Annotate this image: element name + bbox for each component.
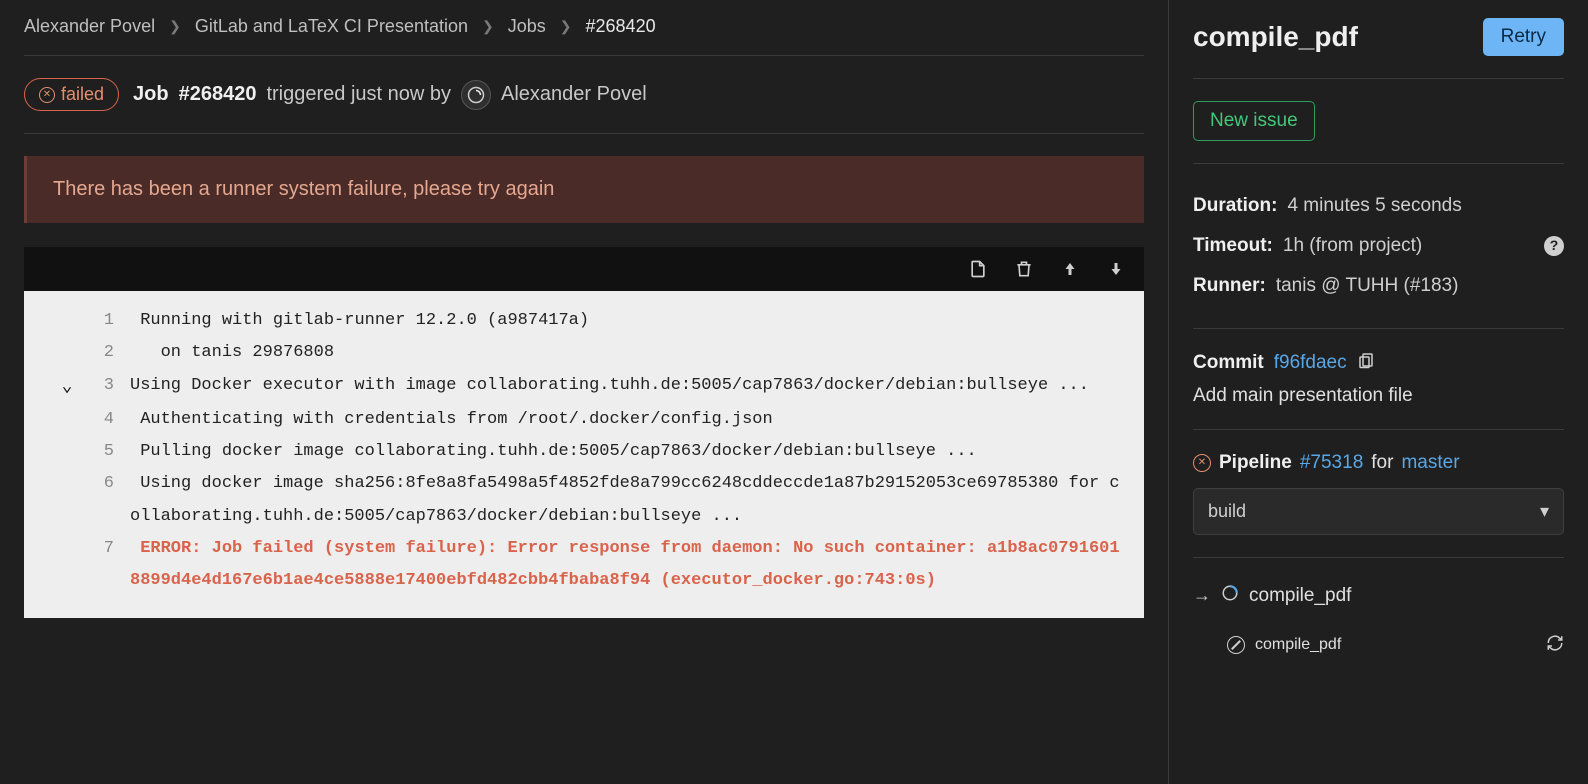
chevron-down-icon: ▾ xyxy=(1540,501,1549,522)
runner-value: tanis @ TUHH (#183) xyxy=(1276,266,1459,306)
job-triggered-text: triggered just now by xyxy=(266,83,451,106)
line-number: 5 xyxy=(96,436,114,468)
log-text: on tanis 29876808 xyxy=(124,337,1126,369)
log-text: Authenticating with credentials from /ro… xyxy=(124,404,1126,436)
breadcrumb: Alexander Povel ❯ GitLab and LaTeX CI Pr… xyxy=(24,16,1144,56)
erase-log-icon[interactable] xyxy=(1014,259,1034,279)
pipeline-branch-link[interactable]: master xyxy=(1401,452,1459,474)
commit-sha-link[interactable]: f96fdaec xyxy=(1274,352,1347,374)
log-line[interactable]: 6 Using docker image sha256:8fe8a8fa5498… xyxy=(24,468,1126,533)
cancel-icon xyxy=(1227,636,1245,654)
job-prefix: Job xyxy=(133,83,169,106)
runner-failure-alert: There has been a runner system failure, … xyxy=(24,156,1144,223)
job-id: #268420 xyxy=(179,83,257,106)
sub-job-name: compile_pdf xyxy=(1255,636,1341,654)
avatar[interactable] xyxy=(461,80,491,110)
pipeline-for: for xyxy=(1371,452,1393,474)
line-number: 2 xyxy=(96,337,114,369)
status-badge-failed: ✕ failed xyxy=(24,78,119,111)
log-line[interactable]: 5 Pulling docker image collaborating.tuh… xyxy=(24,436,1126,468)
alert-message: There has been a runner system failure, … xyxy=(53,178,554,200)
retry-button[interactable]: Retry xyxy=(1483,18,1564,56)
log-line[interactable]: ⌄ 3 Using Docker executor with image colla… xyxy=(24,370,1126,404)
pipeline-label: Pipeline xyxy=(1219,452,1292,474)
raw-log-icon[interactable] xyxy=(968,259,988,279)
log-text: Using docker image sha256:8fe8a8fa5498a5… xyxy=(124,468,1126,533)
line-number: 1 xyxy=(96,305,114,337)
line-number: 7 xyxy=(96,533,114,565)
sub-job-entry[interactable]: compile_pdf xyxy=(1193,634,1564,657)
line-number: 6 xyxy=(96,468,114,500)
scroll-bottom-icon[interactable] xyxy=(1106,259,1126,279)
runner-label: Runner: xyxy=(1193,266,1266,306)
chevron-right-icon: ❯ xyxy=(560,18,572,35)
log-toolbar xyxy=(24,247,1144,291)
chevron-right-icon: ❯ xyxy=(169,18,181,35)
log-text-error: ERROR: Job failed (system failure): Erro… xyxy=(124,533,1126,598)
sidebar-title: compile_pdf xyxy=(1193,21,1358,53)
commit-message: Add main presentation file xyxy=(1193,385,1564,407)
stage-select[interactable]: build ▾ xyxy=(1193,488,1564,535)
log-text: Pulling docker image collaborating.tuhh.… xyxy=(124,436,1126,468)
spinner-icon xyxy=(1221,584,1239,608)
chevron-right-icon: ❯ xyxy=(482,18,494,35)
commit-label: Commit xyxy=(1193,352,1264,374)
log-body[interactable]: 1 Running with gitlab-runner 12.2.0 (a98… xyxy=(24,291,1144,618)
log-panel: 1 Running with gitlab-runner 12.2.0 (a98… xyxy=(24,247,1144,618)
log-line[interactable]: 2 on tanis 29876808 xyxy=(24,337,1126,369)
fold-icon[interactable]: ⌄ xyxy=(58,370,76,404)
duration-label: Duration: xyxy=(1193,186,1277,226)
timeout-label: Timeout: xyxy=(1193,226,1273,266)
status-label: failed xyxy=(61,84,104,105)
clipboard-icon[interactable] xyxy=(1357,351,1375,375)
line-number: 4 xyxy=(96,404,114,436)
new-issue-button[interactable]: New issue xyxy=(1193,101,1315,141)
line-number: 3 xyxy=(96,370,114,402)
log-line[interactable]: 7 ERROR: Job failed (system failure): Er… xyxy=(24,533,1126,598)
pipeline-id-link[interactable]: #75318 xyxy=(1300,452,1363,474)
active-job-name: compile_pdf xyxy=(1249,585,1351,607)
log-line[interactable]: 4 Authenticating with credentials from /… xyxy=(24,404,1126,436)
active-job-entry[interactable]: → compile_pdf xyxy=(1193,580,1564,612)
breadcrumb-owner[interactable]: Alexander Povel xyxy=(24,16,155,37)
help-icon[interactable]: ? xyxy=(1544,236,1564,256)
log-text: Using Docker executor with image collabo… xyxy=(124,370,1126,402)
breadcrumb-jobs[interactable]: Jobs xyxy=(508,16,546,37)
scroll-top-icon[interactable] xyxy=(1060,259,1080,279)
stage-value: build xyxy=(1208,501,1246,522)
retry-icon[interactable] xyxy=(1546,634,1564,657)
arrow-right-icon: → xyxy=(1193,585,1211,606)
job-user[interactable]: Alexander Povel xyxy=(501,83,647,106)
timeout-value: 1h (from project) xyxy=(1283,226,1422,266)
pipeline-failed-icon: ✕ xyxy=(1193,454,1211,472)
failed-icon: ✕ xyxy=(39,87,55,103)
job-header: ✕ failed Job #268420 triggered just now … xyxy=(24,56,1144,134)
log-text: Running with gitlab-runner 12.2.0 (a9874… xyxy=(124,305,1126,337)
breadcrumb-project[interactable]: GitLab and LaTeX CI Presentation xyxy=(195,16,468,37)
sidebar: compile_pdf Retry New issue Duration: 4 … xyxy=(1168,0,1588,784)
log-line[interactable]: 1 Running with gitlab-runner 12.2.0 (a98… xyxy=(24,305,1126,337)
breadcrumb-job-id: #268420 xyxy=(586,16,656,37)
duration-value: 4 minutes 5 seconds xyxy=(1287,186,1461,226)
